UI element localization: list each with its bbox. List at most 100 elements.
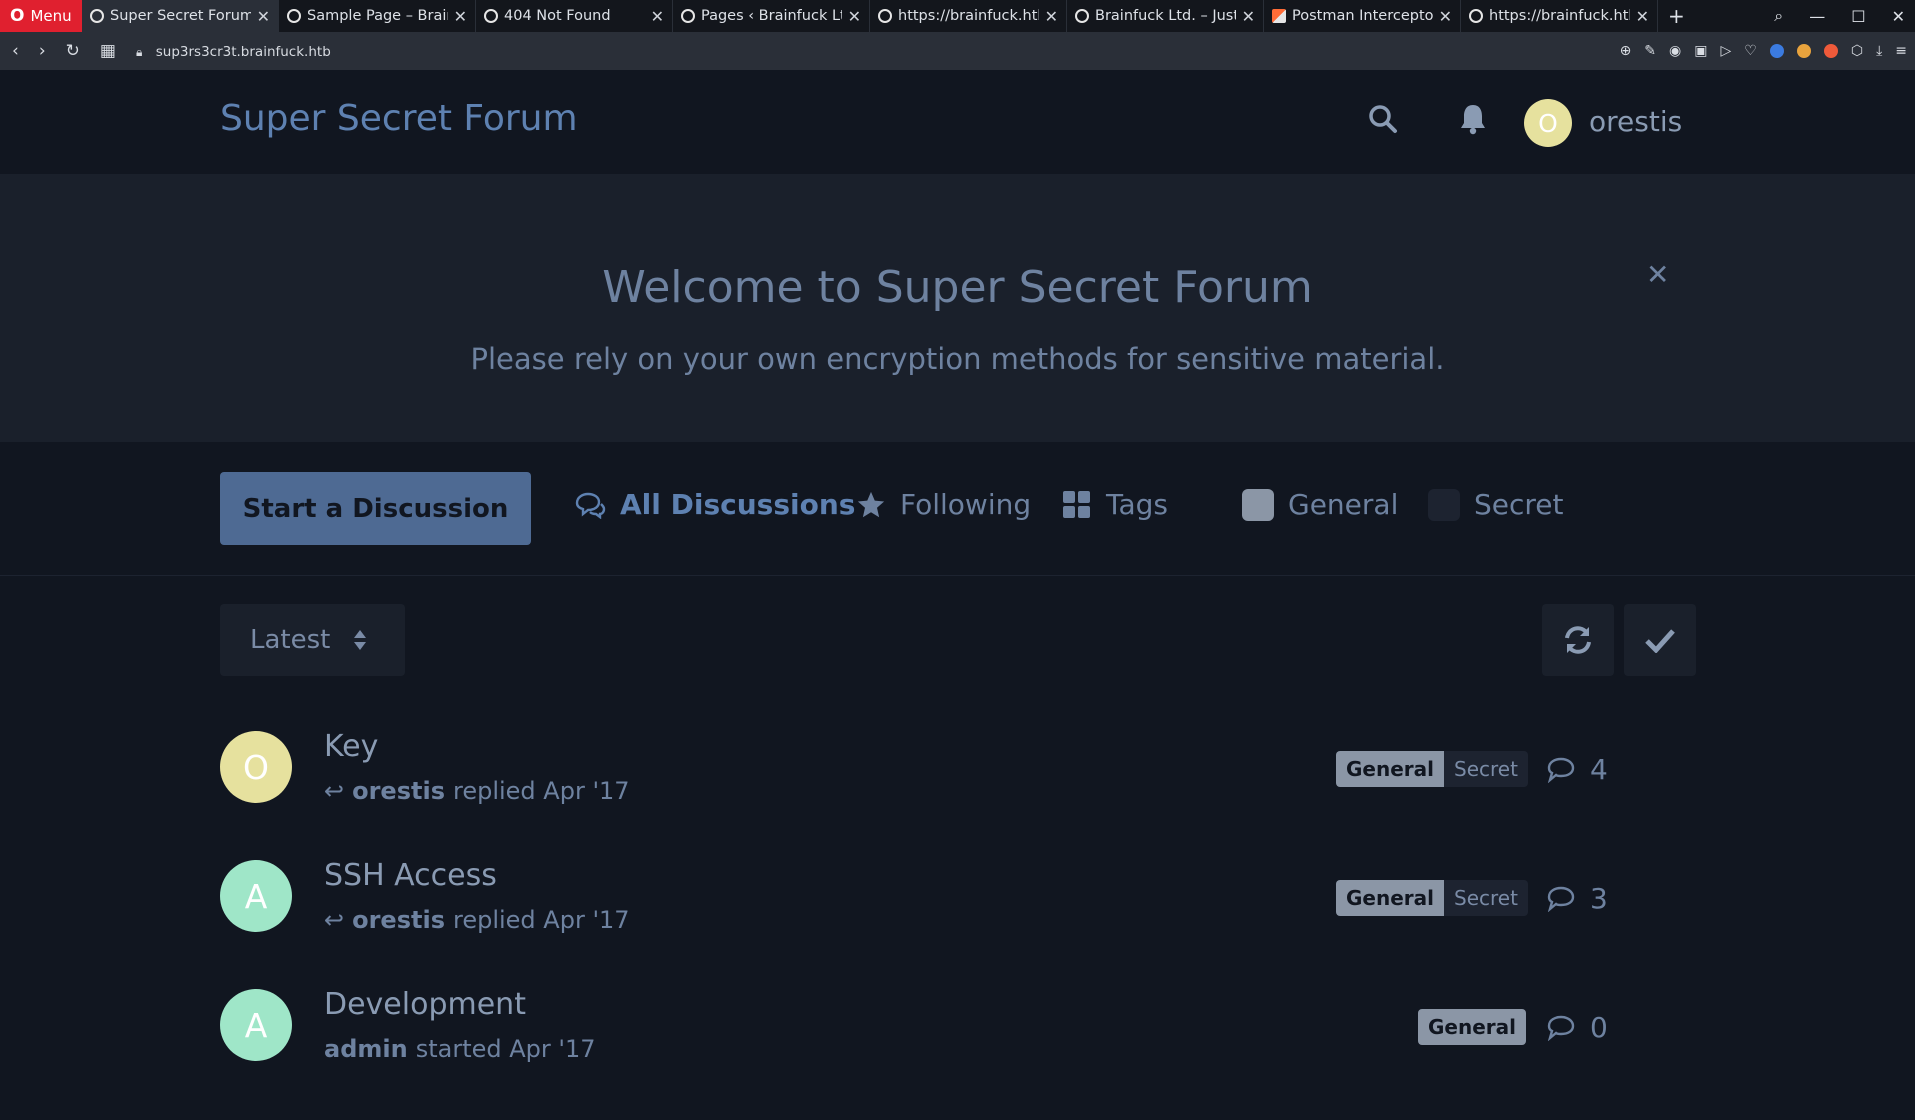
tab-close-icon[interactable]: ✕: [454, 7, 467, 26]
search-icon[interactable]: [1368, 104, 1398, 134]
tab-close-icon[interactable]: ✕: [257, 7, 270, 26]
tag-secret[interactable]: Secret: [1444, 751, 1528, 787]
edit-icon[interactable]: ✎: [1644, 43, 1656, 59]
reply-icon: ↩: [324, 906, 345, 934]
avatar[interactable]: O: [1524, 99, 1572, 147]
sort-dropdown[interactable]: Latest: [220, 604, 405, 676]
nav-tag-secret[interactable]: Secret: [1428, 488, 1564, 521]
tag-color-swatch: [1242, 488, 1274, 521]
send-icon[interactable]: ▷: [1720, 43, 1731, 59]
download-icon[interactable]: ⤓: [1876, 43, 1882, 59]
reply-count-value: 0: [1590, 1011, 1608, 1044]
comment-icon: [1547, 757, 1575, 783]
camera-icon[interactable]: ◉: [1669, 43, 1681, 59]
bell-icon[interactable]: [1458, 103, 1488, 135]
flow-icon[interactable]: ▣: [1694, 43, 1707, 59]
browser-menu-button[interactable]: O Menu: [0, 0, 82, 32]
globe-icon: [878, 9, 892, 23]
tab-close-icon[interactable]: ✕: [848, 7, 861, 26]
tab-title: https://brainfuck.htb/: [1489, 8, 1630, 24]
browser-tab[interactable]: Postman Interceptor ✕: [1264, 0, 1461, 32]
browser-tab[interactable]: Sample Page – Brainfuck ✕: [279, 0, 476, 32]
new-tab-button[interactable]: +: [1658, 4, 1695, 28]
nav-secret-label: Secret: [1474, 488, 1564, 521]
discussion-nav: Start a Discussion All Discussions Follo…: [0, 442, 1915, 576]
url-field[interactable]: sup3rs3cr3t.brainfuck.htb: [156, 44, 331, 60]
forum-title[interactable]: Super Secret Forum: [220, 98, 578, 139]
extension-icons: ⊕ ✎ ◉ ▣ ▷ ♡ ⬡ ⤓ ≡: [1620, 32, 1907, 70]
nav-general-label: General: [1288, 488, 1399, 521]
window-controls: ⌕ — ☐ ✕: [1774, 0, 1915, 32]
browser-tab[interactable]: Super Secret Forum ✕: [82, 0, 279, 32]
comment-icon: [1547, 886, 1575, 912]
zoom-icon[interactable]: ⊕: [1620, 43, 1632, 59]
tab-search-icon[interactable]: ⌕: [1774, 6, 1783, 26]
tab-close-icon[interactable]: ✕: [1045, 7, 1058, 26]
close-icon[interactable]: ✕: [1646, 258, 1669, 291]
tag-general[interactable]: General: [1418, 1009, 1526, 1045]
tag-general[interactable]: General: [1336, 880, 1444, 916]
user-menu-name[interactable]: orestis: [1589, 105, 1682, 138]
comments-icon: [575, 492, 606, 519]
globe-icon: [1075, 9, 1089, 23]
speed-dial-icon[interactable]: ▦: [100, 41, 116, 61]
reply-count[interactable]: 3: [1546, 882, 1608, 915]
refresh-button[interactable]: [1542, 604, 1614, 676]
browser-tab[interactable]: Brainfuck Ltd. – Just a ✕: [1067, 0, 1264, 32]
close-window-icon[interactable]: ✕: [1892, 7, 1905, 26]
reply-count[interactable]: 4: [1546, 753, 1608, 786]
mark-all-read-button[interactable]: [1624, 604, 1696, 676]
discussion-user[interactable]: orestis: [352, 906, 445, 934]
reply-icon: ↩: [324, 777, 345, 805]
discussion-user[interactable]: admin: [324, 1035, 408, 1063]
tab-close-icon[interactable]: ✕: [1636, 7, 1649, 26]
discussion-item[interactable]: O Key ↩ orestis replied Apr '17 General …: [220, 729, 1615, 841]
nav-all-discussions[interactable]: All Discussions: [574, 488, 855, 521]
nav-tags-label: Tags: [1106, 488, 1168, 521]
discussion-meta: ↩ orestis replied Apr '17: [324, 777, 630, 805]
maximize-icon[interactable]: ☐: [1851, 7, 1865, 26]
back-icon[interactable]: ‹: [12, 41, 19, 61]
discussion-user[interactable]: orestis: [352, 777, 445, 805]
extension-blue-icon[interactable]: [1769, 44, 1784, 58]
discussion-item[interactable]: A SSH Access ↩ orestis replied Apr '17 G…: [220, 858, 1615, 970]
start-discussion-button[interactable]: Start a Discussion: [220, 472, 531, 545]
tab-close-icon[interactable]: ✕: [1439, 7, 1452, 26]
tab-close-icon[interactable]: ✕: [651, 7, 664, 26]
avatar[interactable]: O: [220, 731, 292, 803]
avatar[interactable]: A: [220, 860, 292, 932]
tag-secret[interactable]: Secret: [1444, 880, 1528, 916]
box-icon[interactable]: ⬡: [1851, 43, 1863, 59]
forum-header: Super Secret Forum O orestis: [0, 70, 1915, 174]
minimize-icon[interactable]: —: [1809, 7, 1825, 26]
discussion-item[interactable]: A Development admin started Apr '17 Gene…: [220, 987, 1615, 1099]
browser-tab-bar: O Menu Super Secret Forum ✕ Sample Page …: [0, 0, 1915, 32]
welcome-hero: Welcome to Super Secret Forum Please rel…: [0, 174, 1915, 442]
tab-title: Super Secret Forum: [110, 8, 251, 24]
grid-icon: [1063, 490, 1090, 518]
browser-tab[interactable]: Pages ‹ Brainfuck Ltd. ✕: [673, 0, 870, 32]
heart-icon[interactable]: ♡: [1744, 43, 1757, 59]
nav-following[interactable]: Following: [856, 488, 1031, 521]
discussion-title[interactable]: Key: [324, 729, 378, 764]
star-icon: [857, 491, 885, 517]
lock-icon: 🔒︎: [135, 45, 143, 59]
discussion-title[interactable]: Development: [324, 987, 526, 1022]
reply-count[interactable]: 0: [1546, 1011, 1608, 1044]
nav-tag-general[interactable]: General: [1242, 488, 1398, 521]
reload-icon[interactable]: ↻: [66, 41, 80, 61]
forward-icon[interactable]: ›: [39, 41, 46, 61]
tab-title: Postman Interceptor: [1292, 8, 1433, 24]
nav-tags[interactable]: Tags: [1062, 488, 1168, 521]
menu-icon[interactable]: ≡: [1895, 43, 1907, 59]
tab-close-icon[interactable]: ✕: [1242, 7, 1255, 26]
browser-tab[interactable]: 404 Not Found ✕: [476, 0, 673, 32]
discussion-title[interactable]: SSH Access: [324, 858, 497, 893]
globe-icon: [1469, 9, 1483, 23]
tag-general[interactable]: General: [1336, 751, 1444, 787]
browser-tab[interactable]: https://brainfuck.htb/ ✕: [1461, 0, 1658, 32]
extension-orange-icon[interactable]: [1823, 44, 1838, 58]
avatar[interactable]: A: [220, 989, 292, 1061]
cookie-icon[interactable]: [1796, 44, 1811, 58]
browser-tab[interactable]: https://brainfuck.htb/ ✕: [870, 0, 1067, 32]
